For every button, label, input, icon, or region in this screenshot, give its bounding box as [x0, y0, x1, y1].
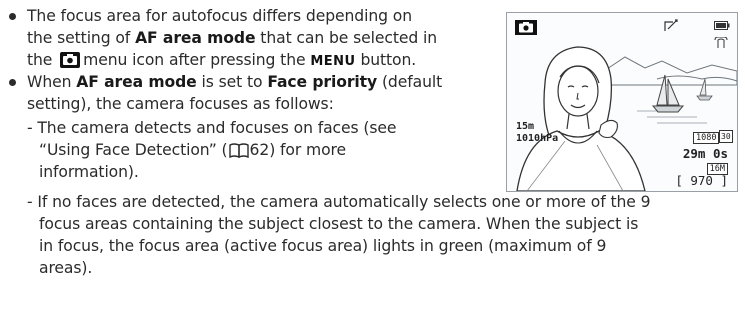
battery-icon — [714, 21, 730, 30]
text-run: the — [27, 51, 53, 69]
bullet-point — [9, 79, 16, 86]
paragraph-line: areas). — [39, 258, 92, 278]
paragraph-line: “Using Face Detection” ( 62) for more — [39, 140, 346, 160]
text-run: setting), the camera focuses as follows: — [27, 95, 334, 113]
remaining-exposures-readout: [ 970 ] — [675, 173, 728, 188]
frame-rate-badge: 30 — [719, 130, 733, 143]
paragraph-line: the setting of AF area mode that can be … — [27, 28, 437, 48]
text-run: - If no faces are detected, the camera a… — [27, 193, 651, 211]
text-run: the setting of — [27, 29, 136, 47]
paragraph-line: When AF area mode is set to Face priorit… — [27, 72, 442, 92]
vibration-reduction-icon — [664, 19, 678, 31]
video-size-badge: 1080 — [693, 132, 720, 144]
text-run: that can be selected in — [255, 29, 438, 47]
shooting-mode-icon — [515, 20, 537, 35]
paragraph-line: focus areas containing the subject close… — [39, 214, 638, 234]
page-reference-number: 62 — [249, 141, 270, 159]
setting-value: Face priority — [267, 73, 378, 91]
text-run: The focus area for autofocus differs dep… — [27, 7, 412, 25]
scene-illustration — [507, 13, 737, 191]
text-run: ) for more — [269, 141, 347, 159]
paragraph-line: - If no faces are detected, the camera a… — [27, 192, 651, 212]
text-run: button. — [355, 51, 417, 69]
altitude-readout: 15m — [516, 121, 535, 132]
recording-time-readout: 29m 0s — [682, 146, 728, 161]
text-run: - The camera detects and focuses on face… — [27, 119, 397, 137]
text-run: When — [27, 73, 77, 91]
setting-name: AF area mode — [76, 73, 197, 91]
paragraph-line: - The camera detects and focuses on face… — [27, 118, 397, 138]
pressure-readout: 1010hPa — [516, 133, 559, 144]
paragraph-line: setting), the camera focuses as follows: — [27, 94, 334, 114]
text-run: information). — [39, 163, 139, 181]
menu-button-label: MENU — [310, 54, 356, 69]
manual-page: The focus area for autofocus differs dep… — [0, 0, 745, 328]
paragraph-line: in focus, the focus area (active focus a… — [39, 236, 606, 256]
paragraph-line: the menu icon after pressing the MENU bu… — [27, 50, 416, 72]
text-run: in focus, the focus area (active focus a… — [39, 237, 607, 255]
text-run: (default — [377, 73, 443, 91]
frame-rate-label: 30 — [721, 132, 731, 141]
paragraph-line: information). — [39, 162, 139, 182]
page-reference-icon — [228, 143, 249, 158]
text-run: menu icon after pressing the — [83, 51, 306, 69]
gps-icon — [714, 37, 728, 48]
video-size-label: 1080 — [696, 133, 717, 143]
text-run: areas). — [39, 259, 93, 277]
camera-menu-icon — [60, 52, 81, 68]
text-run: focus areas containing the subject close… — [39, 215, 639, 233]
text-run: is set to — [196, 73, 268, 91]
setting-name: AF area mode — [135, 29, 256, 47]
bullet-point — [9, 13, 16, 20]
paragraph-line: The focus area for autofocus differs dep… — [27, 6, 412, 26]
text-run: “Using Face Detection” ( — [39, 141, 228, 159]
camera-monitor-illustration: 15m 1010hPa 1080 30 29m 0s 16M [ 970 ] — [506, 12, 738, 192]
